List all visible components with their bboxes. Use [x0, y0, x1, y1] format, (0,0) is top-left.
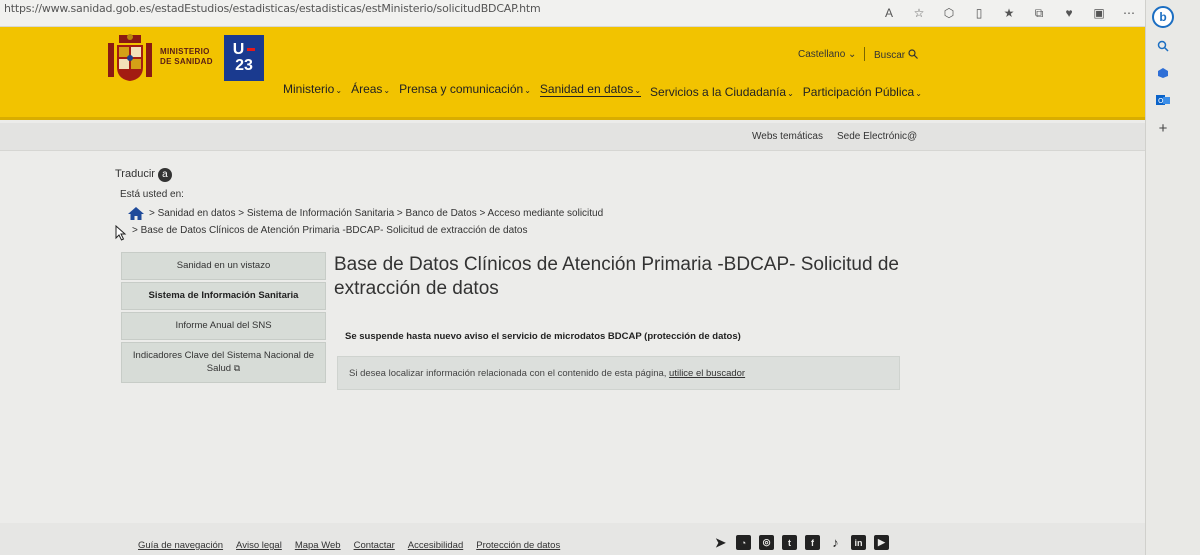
sede-electronica-link[interactable]: Sede Electrónic@ [837, 131, 917, 142]
info-text: Si desea localizar información relaciona… [349, 368, 745, 379]
linkedin-icon[interactable]: in [851, 535, 866, 550]
split-screen-icon[interactable]: ▯ [971, 5, 987, 21]
search-tool-link[interactable]: utilice el buscador [669, 368, 745, 379]
home-icon[interactable] [128, 207, 144, 220]
lnav-informe-anual[interactable]: Informe Anual del SNS [121, 312, 326, 340]
nav-areas[interactable]: Áreas⌄ [351, 82, 390, 96]
site-header: MINISTERIO DE SANIDAD U 23 Castellano ⌄ … [0, 27, 1145, 120]
social-links: ➤ ◔ ◎ t f ♪ in ▶ [713, 535, 889, 550]
youtube-icon[interactable]: ▶ [874, 535, 889, 550]
ministry-name[interactable]: MINISTERIO DE SANIDAD [160, 47, 213, 67]
search-icon[interactable] [1155, 38, 1171, 54]
web-page: MINISTERIO DE SANIDAD U 23 Castellano ⌄ … [0, 27, 1145, 555]
coat-of-arms-icon [108, 34, 152, 81]
breadcrumb-path[interactable]: > Sanidad en datos > Sistema de Informac… [149, 208, 603, 219]
webs-tematicas-link[interactable]: Webs temáticas [752, 131, 823, 142]
ministry-line-1: MINISTERIO [160, 47, 210, 56]
twitter-icon[interactable]: t [782, 535, 797, 550]
footer-link-accesibilidad[interactable]: Accesibilidad [408, 540, 463, 551]
more-icon[interactable]: ⋯ [1121, 5, 1137, 21]
browser-sidebar [1145, 0, 1200, 555]
url-text[interactable]: https://www.sanidad.gob.es/estadEstudios… [4, 2, 541, 15]
footer-links: Guía de navegación Aviso legal Mapa Web … [138, 540, 560, 551]
translate-label: Traducir [115, 168, 155, 180]
read-aloud-icon[interactable]: A [881, 5, 897, 21]
collections-icon[interactable]: ⧉ [1031, 5, 1047, 21]
instagram-icon[interactable]: ◎ [759, 535, 774, 550]
translate-widget[interactable]: Traducir a [115, 168, 172, 182]
copilot-icon[interactable]: b [1152, 6, 1174, 28]
suspension-notice: Se suspende hasta nuevo aviso el servici… [345, 331, 741, 342]
add-icon[interactable]: + [1155, 120, 1171, 137]
lnav-sistema-informacion[interactable]: Sistema de Información Sanitaria [121, 282, 326, 310]
nav-sanidad-en-datos[interactable]: Sanidad en datos⌄ [539, 82, 642, 97]
breadcrumb-current: > Base de Datos Clínicos de Atención Pri… [132, 225, 528, 236]
lnav-indicadores-clave[interactable]: Indicadores Clave del Sistema Nacional d… [121, 342, 326, 383]
translate-icon: a [157, 168, 172, 182]
shopping-icon[interactable] [1155, 65, 1171, 81]
info-text-body: Si desea localizar información relaciona… [349, 368, 667, 379]
breadcrumb: > Sanidad en datos > Sistema de Informac… [128, 207, 603, 220]
footer: Guía de navegación Aviso legal Mapa Web … [0, 523, 1145, 555]
footer-link-contactar[interactable]: Contactar [354, 540, 395, 551]
left-navigation: Sanidad en un vistazo Sistema de Informa… [121, 252, 326, 385]
favorites-icon[interactable]: ★ [1001, 5, 1017, 21]
facebook-icon[interactable]: f [805, 535, 820, 550]
info-box: Si desea localizar información relaciona… [337, 356, 900, 390]
u23-logo[interactable]: U 23 [224, 35, 264, 81]
nav-servicios-ciudadania[interactable]: Servicios a la Ciudadanía⌄ [650, 85, 794, 99]
mouse-cursor-icon [115, 225, 127, 241]
divider [864, 47, 865, 61]
search-link[interactable]: Buscar [874, 49, 918, 61]
telegram-icon[interactable]: ➤ [713, 535, 728, 550]
nav-ministerio[interactable]: Ministerio⌄ [283, 82, 342, 96]
u23-top: U [232, 41, 245, 58]
footer-link-mapa-web[interactable]: Mapa Web [295, 540, 341, 551]
footer-link-guia[interactable]: Guía de navegación [138, 540, 223, 551]
footer-link-proteccion-datos[interactable]: Protección de datos [476, 540, 560, 551]
tiktok-icon[interactable]: ♪ [828, 535, 843, 550]
breadcrumb-intro: Está usted en: [120, 189, 184, 200]
browser-essentials-icon[interactable]: ♥ [1061, 5, 1077, 21]
search-icon [908, 49, 918, 59]
toolbar-icons: A ☆ ⬡ ▯ ★ ⧉ ♥ ▣ ⋯ [881, 5, 1137, 21]
external-link-icon: ⧉ [233, 363, 241, 373]
u23-dash-icon [247, 48, 256, 52]
rss-icon[interactable]: ◔ [736, 535, 751, 550]
outlook-icon[interactable]: O [1155, 92, 1171, 108]
extensions-icon[interactable]: ⬡ [941, 5, 957, 21]
lnav-indicadores-label: Indicadores Clave del Sistema Nacional d… [132, 350, 315, 374]
screenshot-icon[interactable]: ▣ [1091, 5, 1107, 21]
page-title: Base de Datos Clínicos de Atención Prima… [334, 254, 899, 299]
address-bar[interactable]: https://www.sanidad.gob.es/estadEstudios… [0, 0, 1145, 27]
ministry-line-2: DE SANIDAD [160, 57, 213, 66]
main-nav: Ministerio⌄ Áreas⌄ Prensa y comunicación… [283, 82, 922, 99]
language-selector[interactable]: Castellano ⌄ [798, 49, 856, 60]
nav-participacion-publica[interactable]: Participación Pública⌄ [803, 85, 922, 99]
lnav-sanidad-vistazo[interactable]: Sanidad en un vistazo [121, 252, 326, 280]
svg-text:O: O [1158, 97, 1164, 105]
sub-header [0, 123, 1145, 151]
search-label: Buscar [874, 50, 906, 61]
nav-prensa[interactable]: Prensa y comunicación⌄ [399, 82, 531, 96]
favorite-star-icon[interactable]: ☆ [911, 5, 927, 21]
u23-bottom: 23 [235, 57, 253, 74]
footer-link-aviso-legal[interactable]: Aviso legal [236, 540, 282, 551]
